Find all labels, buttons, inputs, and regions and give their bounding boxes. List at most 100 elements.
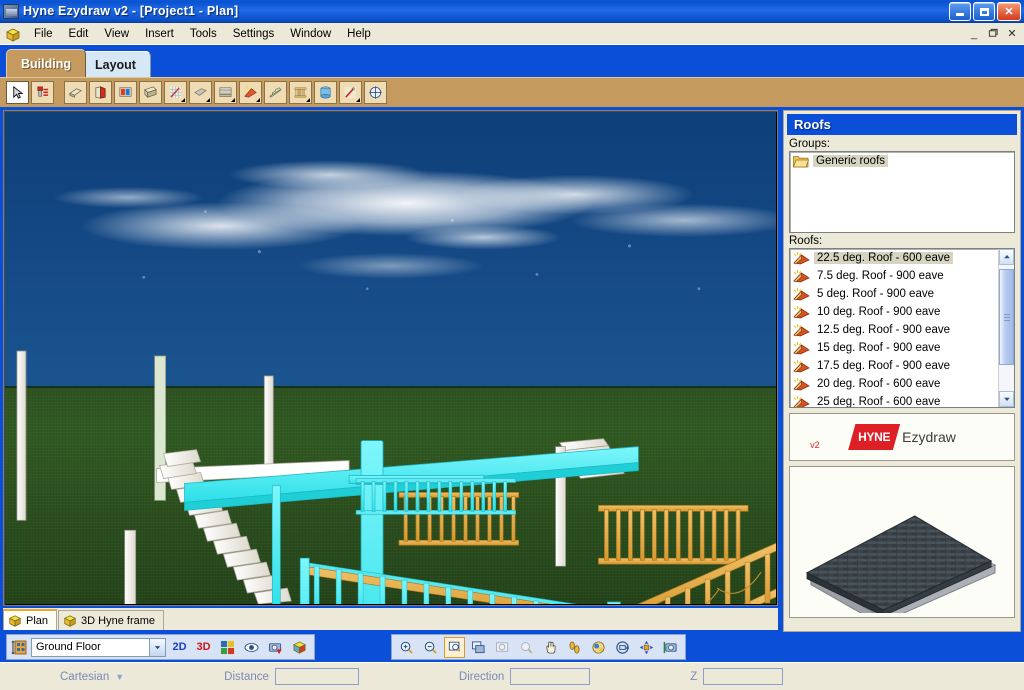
roof-tool[interactable]	[239, 81, 262, 104]
joist-tool[interactable]	[189, 81, 212, 104]
roof-icon	[793, 342, 810, 355]
scroll-down-button[interactable]	[999, 391, 1014, 407]
logo-brand: HYNE	[858, 430, 891, 444]
zoom-previous-button[interactable]	[492, 637, 513, 658]
list-item[interactable]: 10 deg. Roof - 900 eave	[790, 303, 1014, 321]
menu-tools[interactable]: Tools	[182, 25, 225, 43]
menu-bar: File Edit View Insert Tools Settings Win…	[0, 23, 1024, 45]
beam-tool[interactable]	[164, 81, 187, 104]
zoom-window-button[interactable]	[444, 636, 465, 658]
doc-tab-3d-hyne-frame[interactable]: 3D Hyne frame	[58, 610, 165, 630]
window-title: Hyne Ezydraw v2 - [Project1 - Plan]	[23, 4, 238, 18]
list-item[interactable]: 25 deg. Roof - 600 eave	[790, 393, 1014, 407]
main-toolbar	[0, 77, 1024, 107]
scrollbar-track[interactable]	[999, 265, 1014, 391]
window-tool[interactable]	[114, 81, 137, 104]
floor-select[interactable]: Ground Floor	[31, 637, 166, 657]
maximize-button[interactable]	[973, 2, 995, 21]
coord-mode-label[interactable]: Cartesian	[60, 671, 109, 683]
zoom-in-button[interactable]	[396, 637, 417, 658]
paint-format-tool[interactable]	[31, 81, 54, 104]
cube-icon[interactable]	[4, 26, 21, 42]
distance-input[interactable]	[274, 668, 359, 685]
close-button[interactable]: ✕	[997, 2, 1021, 21]
dimension-tool[interactable]	[339, 81, 362, 104]
list-item[interactable]: 7.5 deg. Roof - 900 eave	[790, 267, 1014, 285]
zoom-out-button[interactable]	[420, 637, 441, 658]
target-tool[interactable]	[364, 81, 387, 104]
z-label: Z	[690, 670, 698, 683]
3d-scene-viewport[interactable]	[3, 110, 778, 606]
chevron-down-icon[interactable]	[149, 638, 165, 656]
door-tool[interactable]	[89, 81, 112, 104]
floor-tool[interactable]	[139, 81, 162, 104]
orbit-button[interactable]	[588, 637, 609, 658]
walk-button[interactable]	[564, 637, 585, 658]
building-levels-icon[interactable]	[11, 639, 28, 656]
menu-view[interactable]: View	[96, 25, 137, 43]
roof-icon	[793, 306, 810, 319]
direction-input[interactable]	[510, 668, 591, 685]
roof-icon	[793, 252, 810, 265]
floor-toolbar-group: Ground Floor 2D 3D	[6, 634, 315, 660]
decking-tool[interactable]	[214, 81, 237, 104]
rotate-view-button[interactable]	[612, 637, 633, 658]
menu-edit[interactable]: Edit	[61, 25, 97, 43]
view-2d-button[interactable]: 2D	[169, 637, 190, 658]
list-item[interactable]: 5 deg. Roof - 900 eave	[790, 285, 1014, 303]
floor-select-value: Ground Floor	[36, 641, 101, 653]
menu-settings[interactable]: Settings	[225, 25, 283, 43]
doc-tab-plan[interactable]: Plan	[3, 609, 58, 630]
direction-label: Direction	[458, 670, 505, 683]
roofs-panel: Roofs Groups: Generic roofs Roofs: 22.5 …	[783, 110, 1021, 632]
list-item[interactable]: Generic roofs	[790, 152, 1014, 170]
menu-help[interactable]: Help	[339, 25, 379, 43]
mdi-restore-button[interactable]	[985, 26, 1001, 41]
view-3d-button[interactable]: 3D	[193, 637, 214, 658]
snapshot-button[interactable]	[660, 637, 681, 658]
scrollbar-thumb[interactable]	[999, 269, 1014, 365]
list-item[interactable]: 15 deg. Roof - 900 eave	[790, 339, 1014, 357]
chevron-down-icon[interactable]: ▼	[115, 672, 124, 682]
render-button[interactable]	[217, 637, 238, 658]
roof-icon	[793, 360, 810, 373]
folder-icon	[793, 155, 809, 167]
roof-item-label: 7.5 deg. Roof - 900 eave	[817, 270, 944, 282]
list-item[interactable]: 20 deg. Roof - 600 eave	[790, 375, 1014, 393]
menu-file[interactable]: File	[26, 25, 61, 43]
balustrade-tool[interactable]	[289, 81, 312, 104]
scroll-up-button[interactable]	[999, 249, 1014, 265]
menu-window[interactable]: Window	[282, 25, 339, 43]
stairs-tool[interactable]	[264, 81, 287, 104]
floor-view-toolbar: Ground Floor 2D 3D	[0, 632, 1024, 662]
list-item[interactable]: 22.5 deg. Roof - 600 eave	[790, 249, 1014, 267]
mdi-minimize-button[interactable]: _	[966, 26, 982, 41]
roofs-listbox[interactable]: 22.5 deg. Roof - 600 eave 7.5 deg. Roof …	[789, 248, 1015, 408]
status-bar: Cartesian ▼ Distance Direction Z	[0, 662, 1024, 690]
roof-icon	[793, 396, 810, 407]
pan-button[interactable]	[540, 637, 561, 658]
cube-icon	[63, 614, 77, 627]
mdi-close-button[interactable]: ✕	[1004, 26, 1020, 41]
roof-list-rows: 22.5 deg. Roof - 600 eave 7.5 deg. Roof …	[790, 249, 1014, 407]
roofs-scrollbar[interactable]	[998, 249, 1014, 407]
minimize-button[interactable]	[949, 2, 971, 21]
groups-listbox[interactable]: Generic roofs	[789, 151, 1015, 233]
z-input[interactable]	[703, 668, 784, 685]
tab-building[interactable]: Building	[6, 49, 86, 77]
window-title-app: Hyne Ezydraw v2	[23, 4, 129, 18]
wall-tool[interactable]	[64, 81, 87, 104]
menu-insert[interactable]: Insert	[137, 25, 182, 43]
post-tool[interactable]	[314, 81, 337, 104]
tab-layout[interactable]: Layout	[80, 51, 151, 77]
zoom-selected-button[interactable]	[516, 637, 537, 658]
select-arrow-tool[interactable]	[6, 81, 29, 104]
visibility-button[interactable]	[241, 637, 262, 658]
box-view-button[interactable]	[289, 637, 310, 658]
list-item[interactable]: 17.5 deg. Roof - 900 eave	[790, 357, 1014, 375]
move-view-button[interactable]	[636, 637, 657, 658]
list-item[interactable]: 12.5 deg. Roof - 900 eave	[790, 321, 1014, 339]
camera-button[interactable]	[265, 637, 286, 658]
zoom-extents-button[interactable]	[468, 637, 489, 658]
roof-item-label: 12.5 deg. Roof - 900 eave	[817, 324, 950, 336]
